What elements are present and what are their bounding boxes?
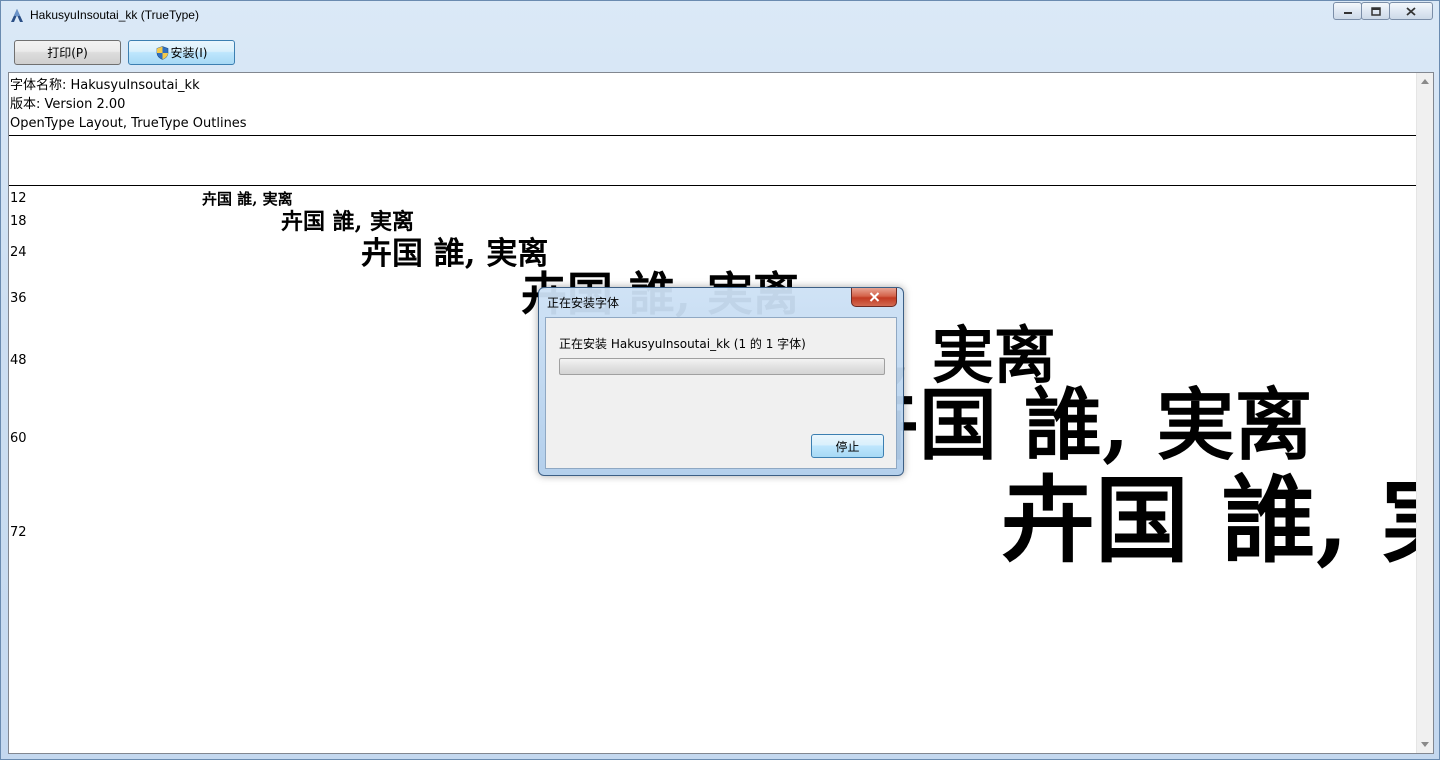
font-viewer-icon bbox=[11, 9, 23, 22]
divider bbox=[9, 185, 1417, 186]
install-button-label: 安装(I) bbox=[170, 46, 208, 60]
size-label-72: 72 bbox=[10, 525, 27, 540]
maximize-button[interactable] bbox=[1361, 2, 1390, 20]
scroll-down-icon[interactable] bbox=[1421, 742, 1429, 747]
size-label-36: 36 bbox=[10, 291, 27, 306]
size-label-24: 24 bbox=[10, 245, 27, 260]
close-icon bbox=[869, 292, 879, 302]
minimize-button[interactable] bbox=[1333, 2, 1362, 20]
install-status-message: 正在安装 HakusyuInsoutai_kk (1 的 1 字体) bbox=[559, 337, 806, 351]
installing-font-dialog: 正在安装字体 正在安装 HakusyuInsoutai_kk (1 的 1 字体… bbox=[538, 287, 904, 476]
font-version-line: 版本: Version 2.00 bbox=[10, 97, 126, 112]
vertical-scrollbar[interactable] bbox=[1416, 73, 1433, 753]
font-viewer-window: HakusyuInsoutai_kk (TrueType) 打印(P) 安装(I… bbox=[0, 0, 1440, 760]
close-button[interactable] bbox=[1389, 2, 1433, 20]
size-label-12: 12 bbox=[10, 191, 27, 206]
stop-button[interactable]: 停止 bbox=[811, 434, 884, 458]
toolbar: 打印(P) 安装(I) bbox=[9, 33, 1433, 71]
close-icon bbox=[1406, 6, 1416, 16]
font-info: 字体名称: HakusyuInsoutai_kk 版本: Version 2.0… bbox=[9, 76, 247, 133]
font-name-line: 字体名称: HakusyuInsoutai_kk bbox=[10, 78, 200, 93]
print-button[interactable]: 打印(P) bbox=[14, 40, 121, 65]
uac-shield-icon bbox=[156, 45, 168, 60]
size-label-18: 18 bbox=[10, 214, 27, 229]
sample-text-72: 卉国 誰, 実离 bbox=[1001, 466, 1433, 576]
window-title: HakusyuInsoutai_kk (TrueType) bbox=[30, 8, 199, 22]
install-progress-bar bbox=[559, 358, 885, 375]
size-label-48: 48 bbox=[10, 353, 27, 368]
minimize-icon bbox=[1343, 12, 1352, 14]
stop-button-label: 停止 bbox=[835, 439, 860, 454]
divider bbox=[9, 135, 1417, 136]
dialog-close-button[interactable] bbox=[851, 288, 897, 307]
title-bar[interactable]: HakusyuInsoutai_kk (TrueType) bbox=[1, 1, 1439, 31]
size-label-60: 60 bbox=[10, 431, 27, 446]
maximize-icon bbox=[1370, 6, 1381, 16]
dialog-title: 正在安装字体 bbox=[547, 296, 620, 310]
install-button[interactable]: 安装(I) bbox=[128, 40, 235, 65]
sample-text-12: 卉国 誰, 実离 bbox=[202, 190, 293, 208]
dialog-body: 正在安装 HakusyuInsoutai_kk (1 的 1 字体) 停止 bbox=[545, 317, 897, 469]
caption-buttons bbox=[1333, 2, 1433, 20]
print-button-label: 打印(P) bbox=[47, 46, 88, 60]
font-type-line: OpenType Layout, TrueType Outlines bbox=[10, 116, 247, 131]
scroll-up-icon[interactable] bbox=[1421, 79, 1429, 84]
